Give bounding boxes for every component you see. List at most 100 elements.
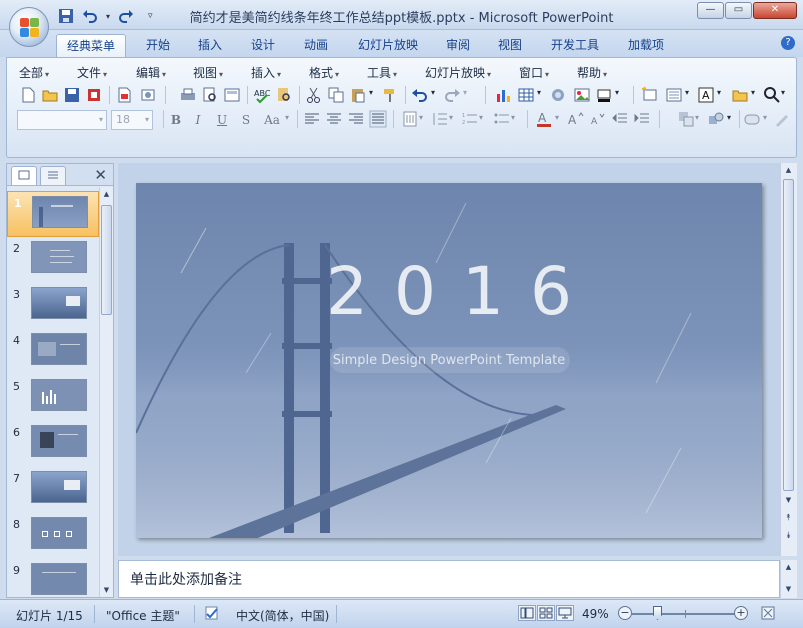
- previous-slide-icon[interactable]: ⯭: [782, 511, 795, 525]
- slide-thumbnail[interactable]: 3: [7, 283, 99, 329]
- notes-placeholder[interactable]: 单击此处添加备注: [130, 569, 242, 589]
- print-icon[interactable]: [179, 86, 197, 104]
- shapes-icon[interactable]: [707, 110, 725, 128]
- bullets-icon[interactable]: [493, 110, 511, 128]
- help-icon[interactable]: ?: [781, 36, 795, 50]
- scroll-thumb[interactable]: [783, 179, 794, 491]
- tab-animations[interactable]: 动画: [296, 34, 336, 57]
- spell-check-icon[interactable]: [204, 605, 220, 621]
- bold-button[interactable]: B: [167, 111, 185, 129]
- text-direction-icon[interactable]: [401, 110, 419, 128]
- shadow-button[interactable]: S: [237, 111, 255, 129]
- slide-thumbnail[interactable]: 7: [7, 467, 99, 513]
- open-folder-icon[interactable]: [41, 86, 59, 104]
- fit-to-window-icon[interactable]: [760, 605, 776, 621]
- tab-slide-show[interactable]: 幻灯片放映: [352, 34, 424, 57]
- chevron-down-icon[interactable]: ▾: [537, 88, 541, 97]
- insert-table-icon[interactable]: [517, 86, 535, 104]
- normal-view-button[interactable]: [518, 605, 536, 621]
- spelling-icon[interactable]: ABC: [253, 86, 271, 104]
- research-icon[interactable]: [275, 86, 293, 104]
- slides-scrollbar[interactable]: ▲ ▼: [99, 187, 113, 597]
- language[interactable]: 中文(简体，中国): [236, 607, 329, 624]
- chevron-down-icon[interactable]: ▾: [751, 88, 755, 97]
- align-left-icon[interactable]: [303, 110, 321, 128]
- permission-icon[interactable]: [85, 86, 103, 104]
- line-spacing-icon[interactable]: [431, 110, 449, 128]
- font-color-icon[interactable]: A: [535, 110, 553, 128]
- slide-thumbnail[interactable]: 9: [7, 559, 99, 597]
- slide-thumbnail[interactable]: 4: [7, 329, 99, 375]
- slide-thumbnail[interactable]: 5: [7, 375, 99, 421]
- scroll-up-icon[interactable]: ▲: [782, 163, 795, 177]
- justify-icon[interactable]: [369, 110, 387, 128]
- zoom-in-icon[interactable]: +: [734, 606, 748, 620]
- zoom-out-icon[interactable]: −: [618, 606, 632, 620]
- print-preview-icon[interactable]: [201, 86, 219, 104]
- shape-outline-icon[interactable]: [773, 110, 791, 128]
- export-pdf-icon[interactable]: [115, 86, 133, 104]
- tab-home[interactable]: 开始: [138, 34, 178, 57]
- scroll-down-icon[interactable]: ▼: [100, 583, 113, 597]
- menu-format[interactable]: 格式 ▾: [309, 64, 339, 81]
- tab-developer[interactable]: 开发工具: [544, 34, 606, 57]
- close-icon[interactable]: ✕: [94, 166, 107, 184]
- outline-tab[interactable]: [40, 166, 66, 185]
- slide-thumbnail[interactable]: 2: [7, 237, 99, 283]
- tab-review[interactable]: 审阅: [438, 34, 478, 57]
- tab-view[interactable]: 视图: [490, 34, 530, 57]
- clip-art-icon[interactable]: [549, 86, 567, 104]
- layout-icon[interactable]: [665, 86, 683, 104]
- italic-button[interactable]: I: [189, 111, 207, 129]
- arrange-icon[interactable]: [677, 110, 695, 128]
- notes-pane[interactable]: 单击此处添加备注: [118, 560, 780, 598]
- menu-window[interactable]: 窗口 ▾: [519, 64, 549, 81]
- font-size-combobox[interactable]: 18 ▾: [111, 110, 153, 130]
- new-slide-icon[interactable]: [641, 86, 659, 104]
- slide-thumbnail[interactable]: 8: [7, 513, 99, 559]
- new-document-icon[interactable]: [19, 86, 37, 104]
- grow-font-icon[interactable]: A: [567, 110, 585, 128]
- menu-slide-show[interactable]: 幻灯片放映 ▾: [425, 64, 491, 81]
- zoom-slider-handle[interactable]: [653, 606, 662, 620]
- slide-thumbnail[interactable]: 6: [7, 421, 99, 467]
- underline-button[interactable]: U: [213, 111, 231, 129]
- numbering-icon[interactable]: 12: [461, 110, 479, 128]
- decrease-indent-icon[interactable]: [611, 110, 629, 128]
- menu-insert[interactable]: 插入 ▾: [251, 64, 281, 81]
- slide-scrollbar[interactable]: ▲ ▼ ⯭ ⯯: [780, 163, 797, 556]
- next-slide-icon[interactable]: ⯯: [782, 529, 795, 543]
- find-icon[interactable]: [763, 86, 781, 104]
- minimize-button[interactable]: —: [697, 2, 724, 19]
- tab-add-ins[interactable]: 加载项: [620, 34, 672, 57]
- notes-scrollbar[interactable]: ▲ ▼: [780, 560, 797, 598]
- paste-icon[interactable]: [349, 86, 367, 104]
- tab-classic-menu[interactable]: 经典菜单: [56, 34, 126, 57]
- slide-layout-icon[interactable]: [223, 86, 241, 104]
- chevron-down-icon[interactable]: ▾: [615, 88, 619, 97]
- slide-thumbnail[interactable]: 1: [7, 191, 99, 237]
- slide-show-button[interactable]: [556, 605, 574, 621]
- close-button[interactable]: ✕: [753, 2, 797, 19]
- scroll-up-icon[interactable]: ▲: [100, 187, 113, 201]
- change-case-button[interactable]: Aa: [259, 111, 285, 129]
- slide-title-year[interactable]: 2016: [136, 253, 762, 330]
- scroll-down-icon[interactable]: ▼: [782, 582, 795, 596]
- menu-tools[interactable]: 工具 ▾: [367, 64, 397, 81]
- chevron-down-icon[interactable]: ▾: [727, 113, 731, 122]
- cut-icon[interactable]: [305, 86, 323, 104]
- menu-help[interactable]: 帮助 ▾: [577, 64, 607, 81]
- slides-tab[interactable]: [11, 166, 37, 185]
- insert-chart-icon[interactable]: [495, 86, 513, 104]
- redo-icon[interactable]: [443, 86, 461, 104]
- shrink-font-icon[interactable]: A: [589, 110, 607, 128]
- menu-file[interactable]: 文件 ▾: [77, 64, 107, 81]
- copy-icon[interactable]: [327, 86, 345, 104]
- scroll-down-icon[interactable]: ▼: [782, 493, 795, 507]
- chevron-down-icon[interactable]: ▾: [781, 88, 785, 97]
- slide-sorter-button[interactable]: [537, 605, 555, 621]
- office-button[interactable]: [9, 7, 49, 47]
- align-center-icon[interactable]: [325, 110, 343, 128]
- color-fill-icon[interactable]: [595, 86, 613, 104]
- current-slide[interactable]: 2016 Simple Design PowerPoint Template: [136, 183, 762, 538]
